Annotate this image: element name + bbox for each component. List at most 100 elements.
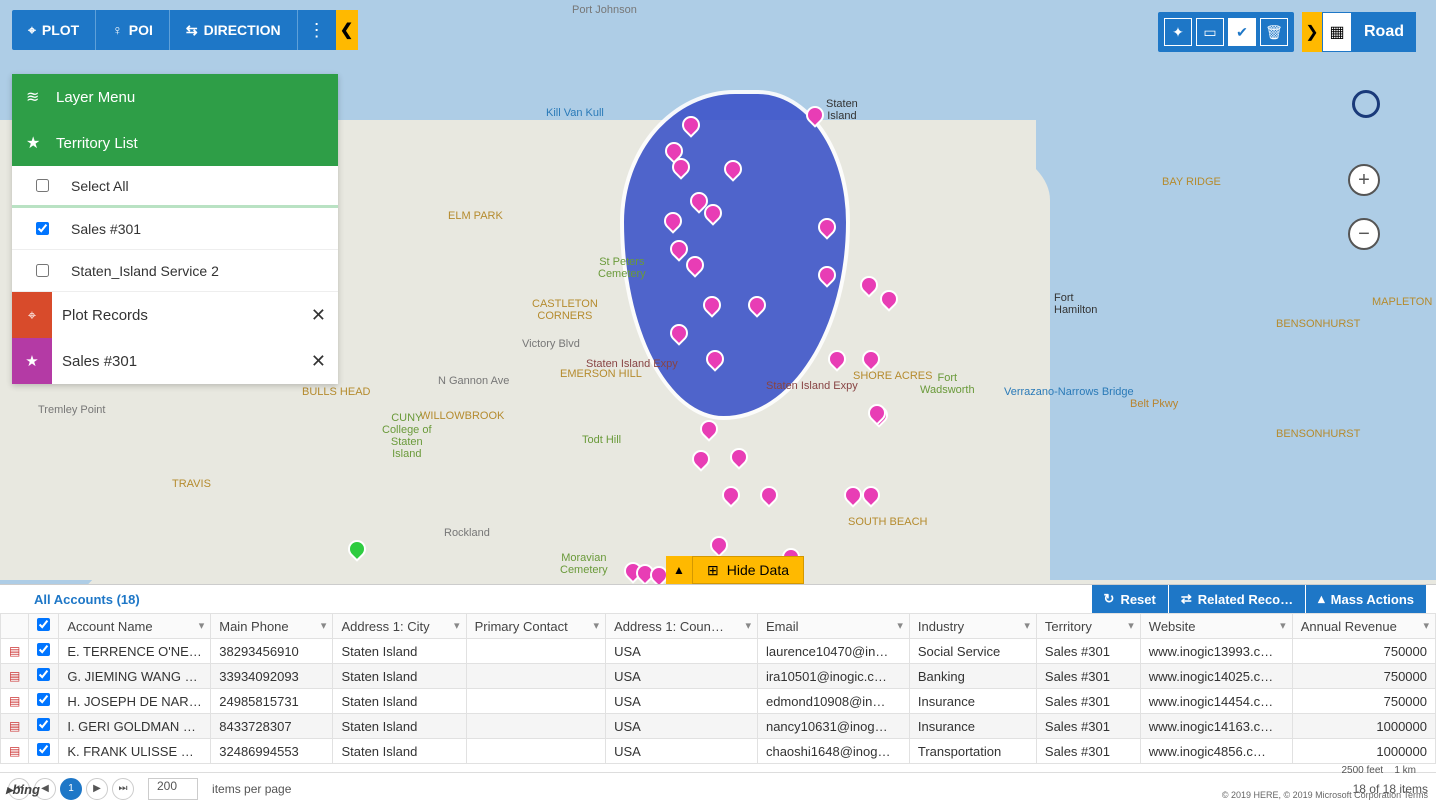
row-checkbox[interactable]: [37, 643, 50, 656]
map-label: Belt Pkwy: [1130, 398, 1178, 410]
close-icon[interactable]: ✕: [311, 351, 338, 372]
column-header[interactable]: Primary Contact▾: [466, 614, 606, 639]
select-all-checkbox[interactable]: [36, 179, 49, 192]
filter-icon[interactable]: ▾: [199, 619, 205, 632]
row-action-icon[interactable]: ▤: [1, 739, 29, 764]
row-checkbox[interactable]: [37, 743, 50, 756]
map-label: BAY RIDGE: [1162, 176, 1221, 188]
map-label: TRAVIS: [172, 478, 211, 490]
filter-icon[interactable]: ▾: [454, 619, 460, 632]
row-checkbox[interactable]: [37, 668, 50, 681]
zoom-out-button[interactable]: −: [1348, 218, 1380, 250]
map-label: Tremley Point: [38, 404, 105, 416]
row-action-icon[interactable]: ▤: [1, 639, 29, 664]
select-all-label: Select All: [71, 178, 129, 194]
filter-icon[interactable]: ▾: [1423, 619, 1429, 632]
table-row[interactable]: ▤ G. JIEMING WANG …33934092093Staten Isl…: [1, 664, 1436, 689]
table-row[interactable]: ▤ H. JOSEPH DE NAR…24985815731Staten Isl…: [1, 689, 1436, 714]
table-row[interactable]: ▤ E. TERRENCE O'NE…38293456910Staten Isl…: [1, 639, 1436, 664]
chevron-up-icon: ▴: [1318, 591, 1325, 607]
column-header[interactable]: Address 1: Coun…▾: [606, 614, 758, 639]
page-last-button[interactable]: ⏭: [112, 778, 134, 800]
filter-icon[interactable]: ▾: [321, 619, 327, 632]
data-panel: All Accounts (18) ↻Reset ⇄Related Reco… …: [0, 584, 1436, 804]
map-label: Staten Island Expy: [766, 380, 858, 392]
pin-icon: ⌖: [28, 10, 36, 50]
collapse-toolbar[interactable]: ❮: [336, 10, 358, 50]
map-label: Kill Van Kull: [546, 107, 604, 119]
direction-button[interactable]: ⇆DIRECTION: [170, 10, 298, 50]
column-header[interactable]: Industry▾: [909, 614, 1036, 639]
row-checkbox[interactable]: [37, 718, 50, 731]
map-label: SOUTH BEACH: [848, 516, 927, 528]
map-label: BULLS HEAD: [302, 386, 370, 398]
map-label: BENSONHURST: [1276, 318, 1360, 330]
row-action-icon[interactable]: ▤: [1, 714, 29, 739]
table-row[interactable]: ▤ K. FRANK ULISSE …32486994553Staten Isl…: [1, 739, 1436, 764]
map-label: CUNY College of Staten Island: [382, 412, 432, 460]
page-1-button[interactable]: 1: [60, 778, 82, 800]
column-header[interactable]: Annual Revenue▾: [1292, 614, 1435, 639]
map-label: Verrazano-Narrows Bridge: [1004, 386, 1134, 398]
reset-button[interactable]: ↻Reset: [1091, 585, 1168, 613]
table-row[interactable]: ▤ I. GERI GOLDMAN …8433728307Staten Isla…: [1, 714, 1436, 739]
refresh-icon: ↻: [1104, 591, 1115, 607]
page-next-button[interactable]: ▶: [86, 778, 108, 800]
territory-checkbox[interactable]: [36, 264, 49, 277]
filter-icon[interactable]: ▾: [594, 619, 600, 632]
territory-checkbox[interactable]: [36, 222, 49, 235]
globe-icon[interactable]: [1352, 90, 1380, 118]
map-label: BENSONHURST: [1276, 428, 1360, 440]
filter-icon[interactable]: ▾: [745, 619, 751, 632]
hide-data-label: Hide Data: [727, 562, 789, 578]
territory-list-header[interactable]: ★Territory List: [12, 120, 338, 166]
row-action-icon[interactable]: ▤: [1, 689, 29, 714]
filter-icon[interactable]: ▾: [1128, 619, 1134, 632]
tool-burst-icon[interactable]: ✦: [1164, 18, 1192, 46]
map-label: EMERSON HILL: [560, 368, 642, 380]
close-icon[interactable]: ✕: [311, 305, 338, 326]
related-records-button[interactable]: ⇄Related Reco…: [1168, 585, 1305, 613]
tool-check-icon[interactable]: ✔: [1228, 18, 1256, 46]
map-label: N Gannon Ave: [438, 375, 509, 387]
map-style-switcher[interactable]: ❯ ▦ Road: [1302, 12, 1416, 52]
zoom-in-button[interactable]: +: [1348, 164, 1380, 196]
grid-title[interactable]: All Accounts (18): [34, 592, 140, 607]
plot-records-header[interactable]: ⌖Plot Records✕: [12, 292, 338, 338]
territory-item[interactable]: Staten_Island Service 2: [12, 250, 338, 292]
layer-menu-header[interactable]: ≋Layer Menu: [12, 74, 338, 120]
mass-actions-button[interactable]: ▴Mass Actions: [1305, 585, 1426, 613]
selection-tools: ✦ ▭ ✔ 🗑: [1158, 12, 1294, 52]
filter-icon[interactable]: ▾: [1280, 619, 1286, 632]
page-size-select[interactable]: 200: [148, 778, 198, 800]
select-all-row[interactable]: Select All: [12, 166, 338, 208]
column-header[interactable]: Website▾: [1140, 614, 1292, 639]
hide-data-toggle[interactable]: ▲ ⊞Hide Data: [666, 556, 804, 584]
row-checkbox[interactable]: [37, 693, 50, 706]
map-style-label: Road: [1352, 12, 1416, 52]
row-action-icon[interactable]: ▤: [1, 664, 29, 689]
tool-delete-icon[interactable]: 🗑: [1260, 18, 1288, 46]
map-scale: 2500 feet 1 km: [1341, 765, 1416, 776]
column-header[interactable]: Main Phone▾: [211, 614, 333, 639]
poi-button[interactable]: ♀POI: [96, 10, 170, 50]
filter-icon[interactable]: ▾: [1024, 619, 1030, 632]
territory-item[interactable]: Sales #301: [12, 208, 338, 250]
items-per-page-label: items per page: [212, 782, 291, 796]
column-header[interactable]: Email▾: [757, 614, 909, 639]
column-header[interactable]: Address 1: City▾: [333, 614, 466, 639]
column-header[interactable]: Territory▾: [1036, 614, 1140, 639]
tool-select-rect-icon[interactable]: ▭: [1196, 18, 1224, 46]
map-thumbnail-icon: ▦: [1322, 12, 1352, 52]
map-label: Moravian Cemetery: [560, 552, 608, 576]
pager: ⏮ ◀ 1 ▶ ⏭ 200 items per page 18 of 18 it…: [0, 772, 1436, 804]
more-menu[interactable]: ⋮: [298, 20, 336, 41]
column-header[interactable]: Account Name▾: [59, 614, 211, 639]
direction-icon: ⇆: [186, 10, 198, 50]
filter-icon[interactable]: ▾: [897, 619, 903, 632]
data-grid[interactable]: Account Name▾Main Phone▾Address 1: City▾…: [0, 613, 1436, 764]
sales-header[interactable]: ★Sales #301✕: [12, 338, 338, 384]
map-label: ELM PARK: [448, 210, 503, 222]
select-all-rows-checkbox[interactable]: [37, 618, 50, 631]
plot-button[interactable]: ⌖PLOT: [12, 10, 96, 50]
